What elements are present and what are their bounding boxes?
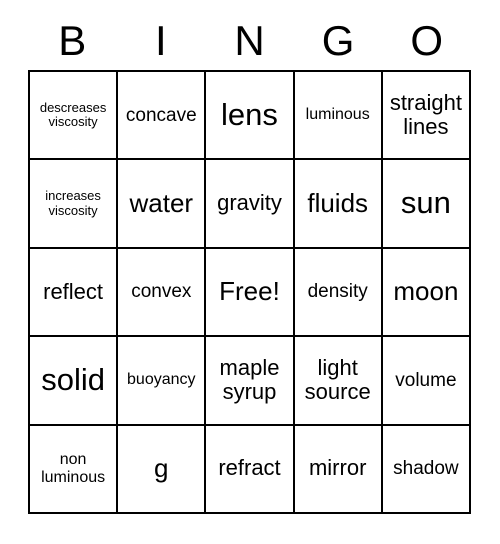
bingo-free-space[interactable]: Free! — [206, 248, 295, 338]
bingo-cell[interactable]: solid — [30, 337, 119, 426]
bingo-cell-label: mirror — [308, 455, 367, 481]
bingo-cell-label: volume — [395, 369, 457, 391]
bingo-cell-label: density — [307, 281, 368, 303]
bingo-cell-label: concave — [125, 104, 197, 126]
bingo-cell-label: increases viscosity — [45, 188, 101, 218]
bingo-cell[interactable]: shadow — [382, 425, 471, 514]
bingo-header: B I N G O — [28, 12, 471, 70]
bingo-cell[interactable]: g — [118, 425, 207, 514]
header-letter-n: N — [234, 17, 265, 64]
bingo-cell-label: water — [129, 188, 194, 219]
bingo-cell[interactable]: convex — [118, 248, 207, 338]
bingo-cell-label: descreases viscosity — [39, 99, 107, 130]
bingo-cell[interactable]: lens — [206, 72, 295, 161]
bingo-cell-label: straight lines — [389, 89, 462, 140]
header-letter-g: G — [321, 17, 355, 64]
bingo-cell[interactable]: refract — [206, 425, 295, 514]
header-letter-b: B — [58, 17, 87, 64]
bingo-cell-label: gravity — [217, 190, 282, 216]
bingo-card: B I N G O descreases viscosity concave len… — [0, 0, 500, 544]
bingo-cell[interactable]: light source — [294, 337, 383, 426]
bingo-cell[interactable]: mirror — [294, 425, 383, 514]
bingo-cell[interactable]: non luminous — [30, 425, 119, 514]
bingo-grid: descreases viscosity concave lens luminous s… — [28, 70, 471, 514]
bingo-cell[interactable]: luminous — [294, 72, 383, 161]
bingo-cell-label: Free! — [219, 276, 280, 307]
bingo-cell-label: maple syrup — [219, 354, 280, 405]
bingo-cell-label: lens — [221, 96, 278, 132]
bingo-cell[interactable]: gravity — [206, 160, 295, 249]
bingo-cell-label: g — [154, 453, 169, 484]
header-letter-i: I — [155, 17, 167, 64]
bingo-cell[interactable]: density — [294, 248, 383, 338]
bingo-cell-label: buoyancy — [127, 371, 196, 389]
bingo-cell-label: shadow — [393, 458, 459, 480]
bingo-cell-label: moon — [393, 276, 459, 307]
bingo-cell-label: non luminous — [41, 450, 106, 486]
header-letter-o: O — [410, 17, 443, 64]
bingo-cell-label: luminous — [305, 106, 370, 124]
bingo-cell-label: solid — [41, 362, 105, 398]
bingo-cell-label: reflect — [43, 278, 104, 304]
bingo-cell[interactable]: buoyancy — [118, 337, 207, 426]
bingo-cell[interactable]: volume — [382, 337, 471, 426]
bingo-cell[interactable]: reflect — [30, 248, 119, 338]
bingo-cell-label: fluids — [307, 188, 369, 219]
bingo-cell[interactable]: increases viscosity — [30, 160, 119, 249]
bingo-cell[interactable]: straight lines — [382, 72, 471, 161]
bingo-cell[interactable]: descreases viscosity — [30, 72, 119, 161]
bingo-cell[interactable]: concave — [118, 72, 207, 161]
bingo-cell-label: convex — [131, 281, 192, 303]
bingo-cell-label: refract — [218, 455, 281, 481]
bingo-cell[interactable]: moon — [382, 248, 471, 338]
bingo-cell-label: light source — [304, 354, 371, 405]
bingo-cell[interactable]: water — [118, 160, 207, 249]
bingo-cell[interactable]: fluids — [294, 160, 383, 249]
bingo-cell[interactable]: sun — [382, 160, 471, 249]
bingo-cell-label: sun — [400, 185, 451, 221]
bingo-cell[interactable]: maple syrup — [206, 337, 295, 426]
